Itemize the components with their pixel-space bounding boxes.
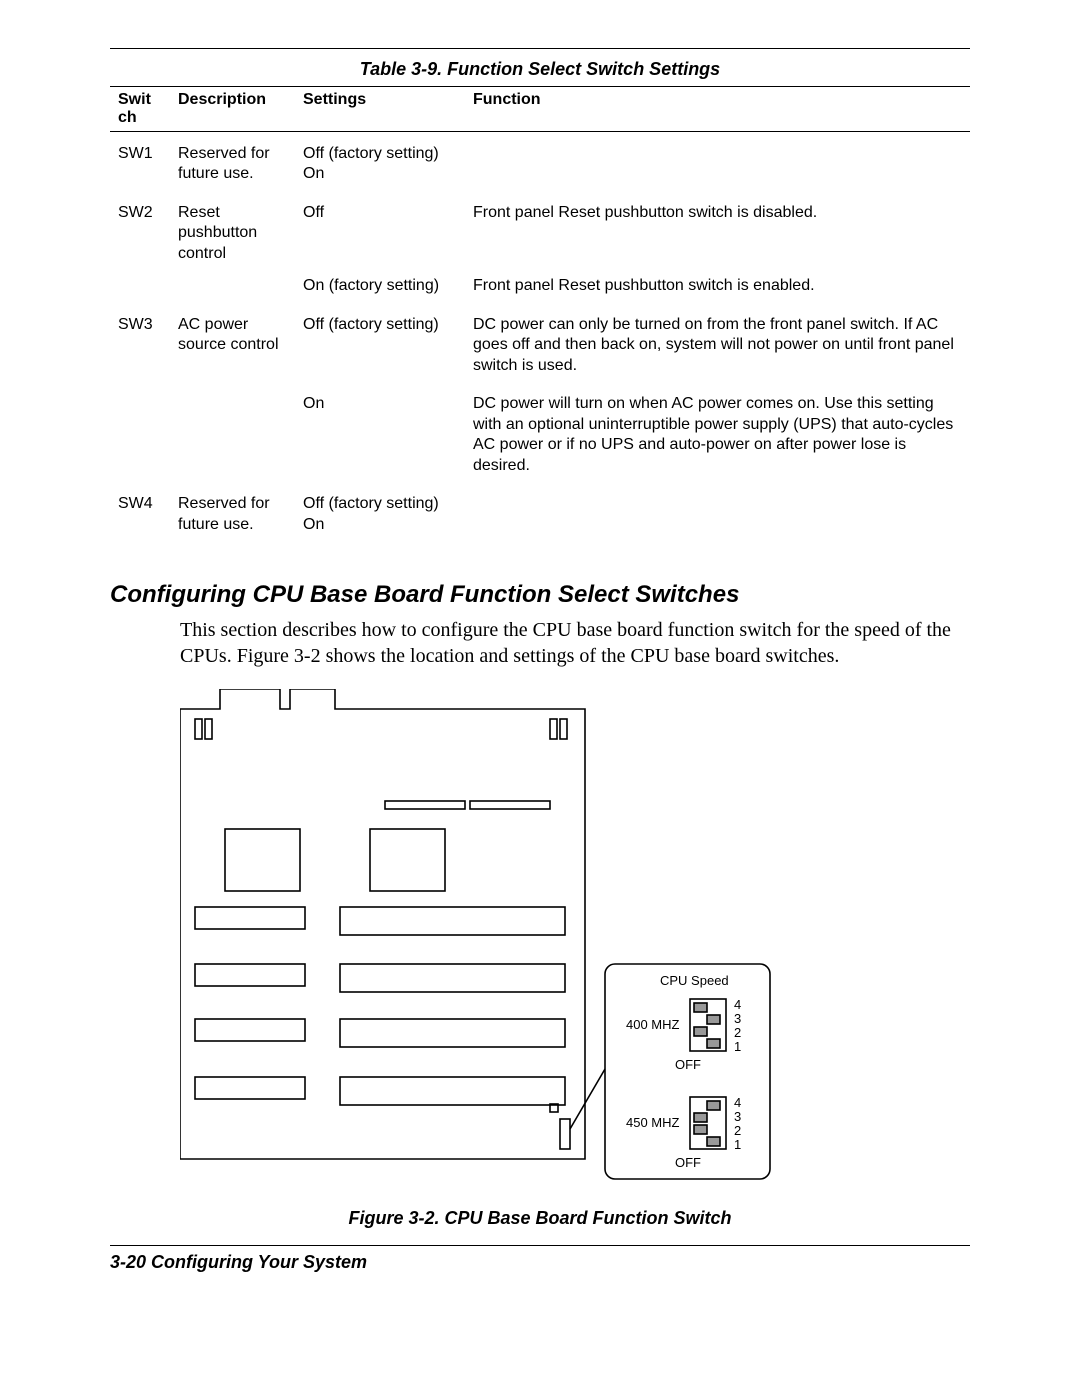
cell-settings: On (factory setting) bbox=[295, 270, 465, 302]
table-row: SW1 Reserved for future use. Off (factor… bbox=[110, 132, 970, 191]
cell-function bbox=[465, 482, 970, 541]
cell-settings: On bbox=[295, 382, 465, 482]
cell-description: Reserved for future use. bbox=[170, 132, 295, 191]
table-row: On DC power will turn on when AC power c… bbox=[110, 382, 970, 482]
label-450mhz: 450 MHZ bbox=[626, 1115, 680, 1130]
figure-cpu-board: CPU Speed 400 MHZ 450 MHZ OFF OFF 4 3 2 … bbox=[180, 689, 970, 1194]
cell-function: Front panel Reset pushbutton switch is e… bbox=[465, 270, 970, 302]
cell-description: Reset pushbutton control bbox=[170, 191, 295, 270]
table-row: SW2 Reset pushbutton control Off Front p… bbox=[110, 191, 970, 270]
table-caption: Table 3-9. Function Select Switch Settin… bbox=[110, 59, 970, 80]
label-n1-a: 1 bbox=[734, 1039, 741, 1054]
col-header-description: Description bbox=[170, 87, 295, 132]
function-select-switch-table: Switch Description Settings Function SW1… bbox=[110, 86, 970, 541]
cell-function: DC power can only be turned on from the … bbox=[465, 303, 970, 382]
label-n4-b: 4 bbox=[734, 1095, 741, 1110]
cell-switch: SW2 bbox=[110, 191, 170, 270]
cell-switch: SW3 bbox=[110, 303, 170, 382]
table-row: SW4 Reserved for future use. Off (factor… bbox=[110, 482, 970, 541]
col-header-function: Function bbox=[465, 87, 970, 132]
cell-switch: SW4 bbox=[110, 482, 170, 541]
label-off-2: OFF bbox=[675, 1155, 701, 1170]
label-off-1: OFF bbox=[675, 1057, 701, 1072]
section-heading: Configuring CPU Base Board Function Sele… bbox=[110, 581, 970, 609]
table-header-row: Switch Description Settings Function bbox=[110, 87, 970, 132]
figure-caption: Figure 3-2. CPU Base Board Function Swit… bbox=[110, 1208, 970, 1229]
cell-function bbox=[465, 132, 970, 191]
cell-description bbox=[170, 382, 295, 482]
cell-settings: Off (factory setting)On bbox=[295, 482, 465, 541]
label-400mhz: 400 MHZ bbox=[626, 1017, 680, 1032]
section-body: This section describes how to configure … bbox=[180, 617, 970, 669]
cell-description: Reserved for future use. bbox=[170, 482, 295, 541]
label-n3-b: 3 bbox=[734, 1109, 741, 1124]
page-footer: 3-20 Configuring Your System bbox=[110, 1252, 970, 1273]
cell-switch bbox=[110, 382, 170, 482]
cell-description bbox=[170, 270, 295, 302]
table-row: SW3 AC power source control Off (factory… bbox=[110, 303, 970, 382]
cell-function: Front panel Reset pushbutton switch is d… bbox=[465, 191, 970, 270]
label-n2-a: 2 bbox=[734, 1025, 741, 1040]
col-header-settings: Settings bbox=[295, 87, 465, 132]
label-n3-a: 3 bbox=[734, 1011, 741, 1026]
label-n2-b: 2 bbox=[734, 1123, 741, 1138]
label-n4-a: 4 bbox=[734, 997, 741, 1012]
cell-switch: SW1 bbox=[110, 132, 170, 191]
label-cpu-speed: CPU Speed bbox=[660, 973, 729, 988]
cell-function: DC power will turn on when AC power come… bbox=[465, 382, 970, 482]
cpu-board-diagram: CPU Speed 400 MHZ 450 MHZ OFF OFF 4 3 2 … bbox=[180, 689, 800, 1189]
footer-horizontal-rule bbox=[110, 1245, 970, 1246]
top-horizontal-rule bbox=[110, 48, 970, 49]
cell-settings: Off bbox=[295, 191, 465, 270]
cell-settings: Off (factory setting)On bbox=[295, 132, 465, 191]
col-header-switch: Switch bbox=[110, 87, 170, 132]
cell-settings: Off (factory setting) bbox=[295, 303, 465, 382]
label-n1-b: 1 bbox=[734, 1137, 741, 1152]
table-row: On (factory setting) Front panel Reset p… bbox=[110, 270, 970, 302]
cell-description: AC power source control bbox=[170, 303, 295, 382]
cell-switch bbox=[110, 270, 170, 302]
